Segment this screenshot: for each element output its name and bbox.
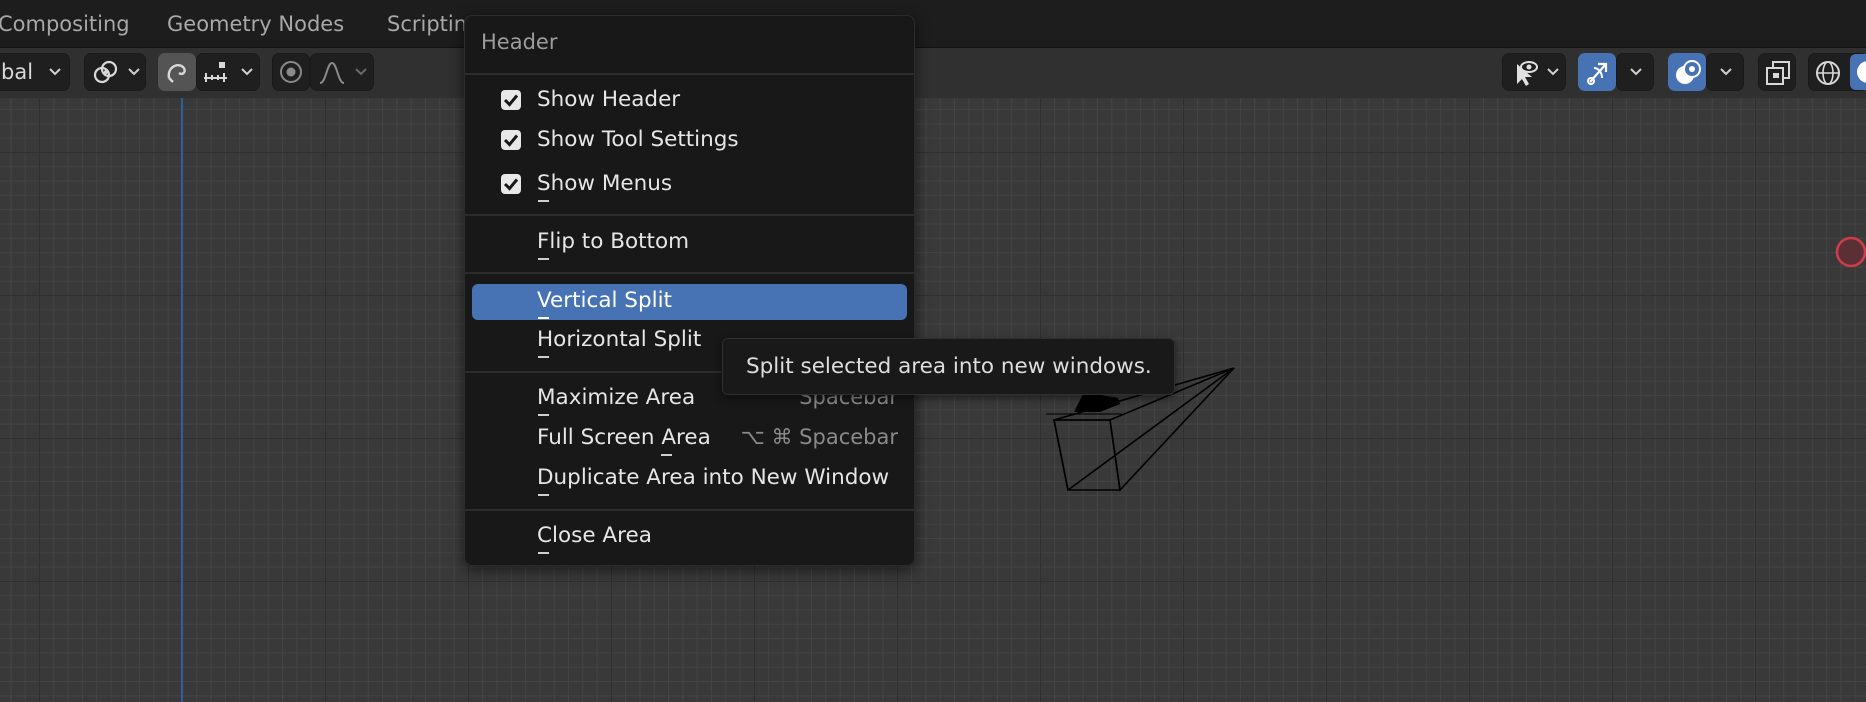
- selectability-visibility-dropdown[interactable]: [1502, 53, 1566, 91]
- menu-item-show-tool-settings[interactable]: Show Tool Settings: [472, 123, 907, 159]
- mnemonic-underline: [661, 454, 672, 456]
- tab-compositing[interactable]: Compositing: [0, 12, 130, 36]
- overlays-toggle[interactable]: [1668, 53, 1706, 91]
- light-object[interactable]: [1834, 235, 1866, 269]
- menu-item-label: Maximize Area: [537, 385, 696, 410]
- menu-item-label: Show Header: [537, 87, 681, 112]
- proportional-falloff-dropdown[interactable]: [310, 53, 374, 91]
- gizmo-toggle[interactable]: [1578, 53, 1616, 91]
- menu-item-close-area[interactable]: Close Area: [472, 519, 907, 555]
- chevron-down-icon: [128, 68, 140, 76]
- mnemonic-underline: [538, 414, 549, 416]
- chevron-down-icon: [241, 68, 253, 76]
- transform-orientation-value: bal: [1, 60, 34, 84]
- menu-item-show-menus[interactable]: Show Menus: [472, 167, 907, 203]
- y-axis-line: [181, 98, 183, 702]
- menu-item-duplicate-area[interactable]: Duplicate Area into New Window: [472, 461, 907, 497]
- chevron-down-icon: [355, 68, 367, 76]
- solid-shading-icon: [1857, 61, 1866, 83]
- menu-separator: [465, 214, 914, 216]
- viewport-header: bal: [0, 48, 1866, 98]
- checkbox-checked-icon[interactable]: [501, 130, 521, 150]
- chevron-down-icon: [1630, 68, 1642, 76]
- snap-icon: [167, 64, 186, 83]
- mnemonic-underline: [538, 552, 549, 554]
- tooltip: Split selected area into new windows.: [722, 338, 1175, 395]
- menu-item-full-screen-area[interactable]: Full Screen Area ⌥ ⌘ Spacebar: [472, 421, 907, 457]
- menu-separator: [465, 509, 914, 511]
- mnemonic-underline: [538, 200, 549, 202]
- 3d-viewport[interactable]: [0, 98, 1866, 702]
- gizmo-icon: [1587, 62, 1608, 85]
- workspace-tabs-bar: Compositing Geometry Nodes Scripting: [0, 0, 1866, 48]
- menu-item-show-header[interactable]: Show Header: [472, 83, 907, 119]
- menu-item-flip-to-bottom[interactable]: Flip to Bottom: [472, 225, 907, 261]
- visibility-selectability-icon: [1517, 61, 1538, 86]
- menu-item-label: Duplicate Area into New Window: [537, 465, 890, 490]
- mnemonic-underline: [538, 356, 549, 358]
- mnemonic-underline: [538, 317, 549, 319]
- menu-separator: [465, 73, 914, 75]
- snap-target-dropdown[interactable]: [196, 53, 260, 91]
- proportional-editing-toggle[interactable]: [272, 53, 310, 91]
- wireframe-shading-icon[interactable]: [1814, 59, 1842, 87]
- overlays-dropdown[interactable]: [1706, 53, 1744, 91]
- pivot-point-icon: [93, 60, 118, 84]
- menu-title: Header: [481, 30, 558, 54]
- pivot-point-dropdown[interactable]: [84, 53, 146, 91]
- checkbox-checked-icon[interactable]: [501, 90, 521, 110]
- xray-icon: [1766, 61, 1790, 85]
- chevron-down-icon: [1720, 68, 1732, 76]
- gizmo-dropdown[interactable]: [1616, 53, 1654, 91]
- shortcut-label: ⌥ ⌘ Spacebar: [740, 425, 898, 449]
- menu-item-label: Show Tool Settings: [537, 127, 739, 152]
- solid-shading-button[interactable]: [1850, 54, 1866, 90]
- snap-increment-icon: [204, 62, 227, 82]
- tab-scripting[interactable]: Scripting: [387, 12, 467, 36]
- menu-item-label: Vertical Split: [537, 288, 672, 313]
- transform-orientation-dropdown[interactable]: bal: [0, 53, 70, 91]
- menu-item-label: Show Menus: [537, 171, 673, 196]
- proportional-falloff-icon: [319, 61, 345, 84]
- xray-toggle[interactable]: [1758, 53, 1796, 91]
- shading-mode-group: [1808, 53, 1866, 91]
- mnemonic-underline: [538, 258, 549, 260]
- snap-toggle[interactable]: [158, 53, 196, 91]
- header-context-menu: Header Show Header Show Tool Settings Sh…: [464, 15, 915, 566]
- menu-item-vertical-split[interactable]: Vertical Split: [472, 284, 907, 320]
- tooltip-text: Split selected area into new windows.: [746, 354, 1152, 379]
- menu-item-label: Close Area: [537, 523, 652, 548]
- proportional-editing-icon: [280, 61, 302, 83]
- overlays-icon: [1676, 60, 1701, 84]
- checkbox-checked-icon[interactable]: [501, 174, 521, 194]
- mnemonic-underline: [538, 494, 549, 496]
- chevron-down-icon: [1547, 68, 1559, 76]
- chevron-down-icon: [49, 68, 61, 76]
- tab-geometry-nodes[interactable]: Geometry Nodes: [167, 12, 344, 36]
- menu-item-label: Horizontal Split: [537, 327, 702, 352]
- menu-item-label: Full Screen Area: [537, 425, 711, 450]
- menu-item-label: Flip to Bottom: [537, 229, 690, 254]
- menu-separator: [465, 272, 914, 274]
